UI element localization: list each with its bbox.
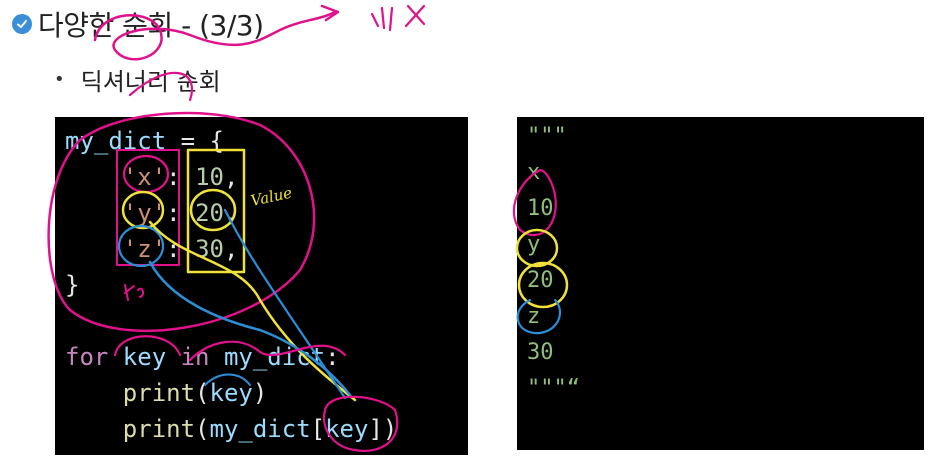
code-line: print(my_dict[key]) bbox=[65, 411, 398, 447]
output-lines: """ x 10 y 20 z 30 """“ bbox=[527, 119, 580, 407]
code-token: ) bbox=[252, 379, 268, 407]
code-token: for bbox=[65, 343, 123, 371]
output-line: 10 bbox=[527, 196, 554, 221]
ink-title-arrow bbox=[320, 4, 340, 22]
code-token: ( bbox=[195, 379, 210, 407]
code-token: key bbox=[122, 343, 167, 371]
code-line: my_dict = { bbox=[65, 123, 397, 159]
code-token: 'z' bbox=[122, 235, 167, 263]
code-token: my_dict bbox=[65, 127, 167, 155]
code-token: 20 bbox=[195, 199, 224, 227]
code-token: : bbox=[166, 235, 196, 263]
output-line: """ bbox=[527, 124, 567, 149]
output-console-panel: """ x 10 y 20 z 30 """“ bbox=[517, 117, 924, 450]
code-line: 'z': 30, bbox=[65, 231, 397, 267]
code-token: } bbox=[65, 271, 80, 299]
code-token: : bbox=[166, 199, 196, 227]
output-line: y bbox=[527, 232, 541, 257]
code-editor-panel: my_dict = { 'x': 10, 'y': 20, 'z': 30,} … bbox=[55, 117, 468, 455]
output-line: 20 bbox=[527, 268, 554, 293]
code-token: key bbox=[325, 415, 369, 443]
code-line: 'x': 10, bbox=[65, 159, 397, 195]
code-token: [ bbox=[310, 415, 326, 443]
code-token: 30 bbox=[195, 235, 224, 263]
code-token: key bbox=[209, 379, 253, 407]
output-line: z bbox=[527, 304, 541, 329]
code-line bbox=[65, 303, 397, 339]
code-token: 'x' bbox=[122, 163, 167, 191]
output-line: x bbox=[527, 160, 541, 185]
code-token: my_dict bbox=[223, 343, 326, 371]
code-token: 10 bbox=[195, 163, 224, 191]
code-token: ( bbox=[195, 415, 210, 443]
code-token: : bbox=[325, 343, 340, 371]
code-token: : bbox=[166, 163, 196, 191]
slide-title-row: 다양한 순회 - (3/3) bbox=[12, 6, 264, 42]
bullet-item: • 딕셔너리 순회 bbox=[54, 62, 221, 97]
bullet-dot-icon: • bbox=[54, 69, 65, 90]
code-token: my_dict bbox=[209, 415, 311, 443]
code-line: } bbox=[65, 267, 397, 303]
code-line: for key in my_dict: bbox=[65, 339, 397, 375]
code-line: 'y': 20, bbox=[65, 195, 397, 231]
code-token: , bbox=[223, 199, 239, 227]
check-circle-icon bbox=[12, 14, 32, 34]
code-token: ]) bbox=[368, 415, 398, 443]
code-line: print(key) bbox=[65, 375, 397, 411]
output-line: """“ bbox=[527, 376, 580, 401]
code-token: print bbox=[122, 379, 196, 407]
output-line: 30 bbox=[527, 340, 554, 365]
bullet-text: 딕셔너리 순회 bbox=[80, 68, 221, 96]
code-token: 'y' bbox=[122, 199, 167, 227]
ink-top-right-note bbox=[370, 4, 426, 32]
code-token: , bbox=[223, 235, 239, 263]
code-lines: my_dict = { 'x': 10, 'y': 20, 'z': 30,} … bbox=[65, 123, 397, 447]
code-token: print bbox=[122, 415, 196, 443]
code-token: = { bbox=[166, 127, 224, 155]
code-token: , bbox=[223, 163, 239, 191]
slide-title: 다양한 순회 - (3/3) bbox=[38, 9, 264, 42]
code-token: in bbox=[166, 343, 224, 371]
